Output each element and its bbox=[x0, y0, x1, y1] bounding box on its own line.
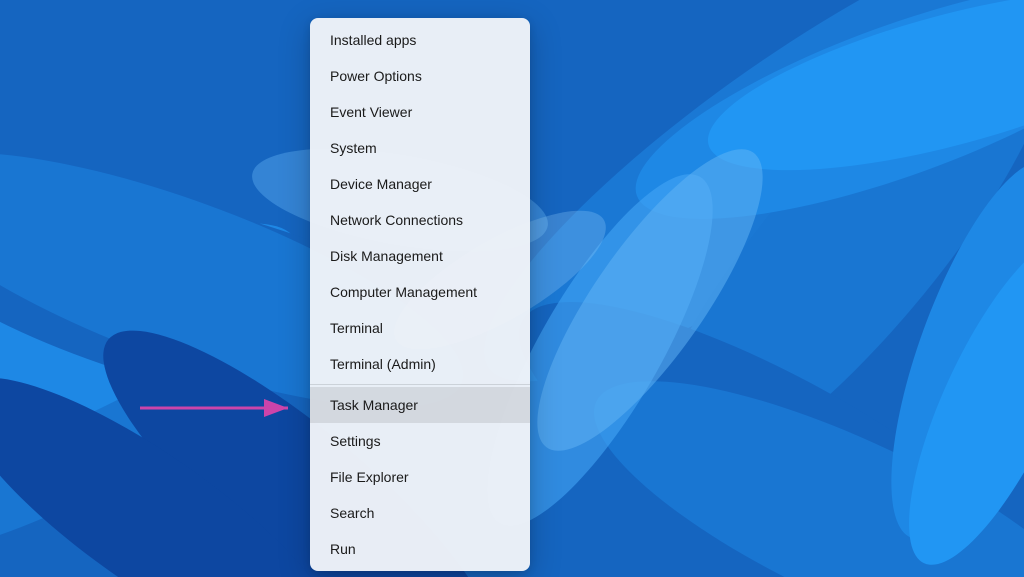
context-menu: Installed appsPower OptionsEvent ViewerS… bbox=[310, 18, 530, 571]
menu-item-task-manager[interactable]: Task Manager bbox=[310, 387, 530, 423]
menu-item-run[interactable]: Run bbox=[310, 531, 530, 567]
menu-item-event-viewer[interactable]: Event Viewer bbox=[310, 94, 530, 130]
menu-item-network-connections[interactable]: Network Connections bbox=[310, 202, 530, 238]
menu-item-settings[interactable]: Settings bbox=[310, 423, 530, 459]
menu-item-computer-management[interactable]: Computer Management bbox=[310, 274, 530, 310]
menu-item-device-manager[interactable]: Device Manager bbox=[310, 166, 530, 202]
menu-item-file-explorer[interactable]: File Explorer bbox=[310, 459, 530, 495]
menu-item-power-options[interactable]: Power Options bbox=[310, 58, 530, 94]
menu-item-search[interactable]: Search bbox=[310, 495, 530, 531]
menu-item-terminal-admin[interactable]: Terminal (Admin) bbox=[310, 346, 530, 382]
menu-item-system[interactable]: System bbox=[310, 130, 530, 166]
menu-item-installed-apps[interactable]: Installed apps bbox=[310, 22, 530, 58]
menu-item-terminal[interactable]: Terminal bbox=[310, 310, 530, 346]
menu-item-disk-management[interactable]: Disk Management bbox=[310, 238, 530, 274]
menu-separator bbox=[310, 384, 530, 385]
arrow-indicator bbox=[140, 390, 300, 426]
